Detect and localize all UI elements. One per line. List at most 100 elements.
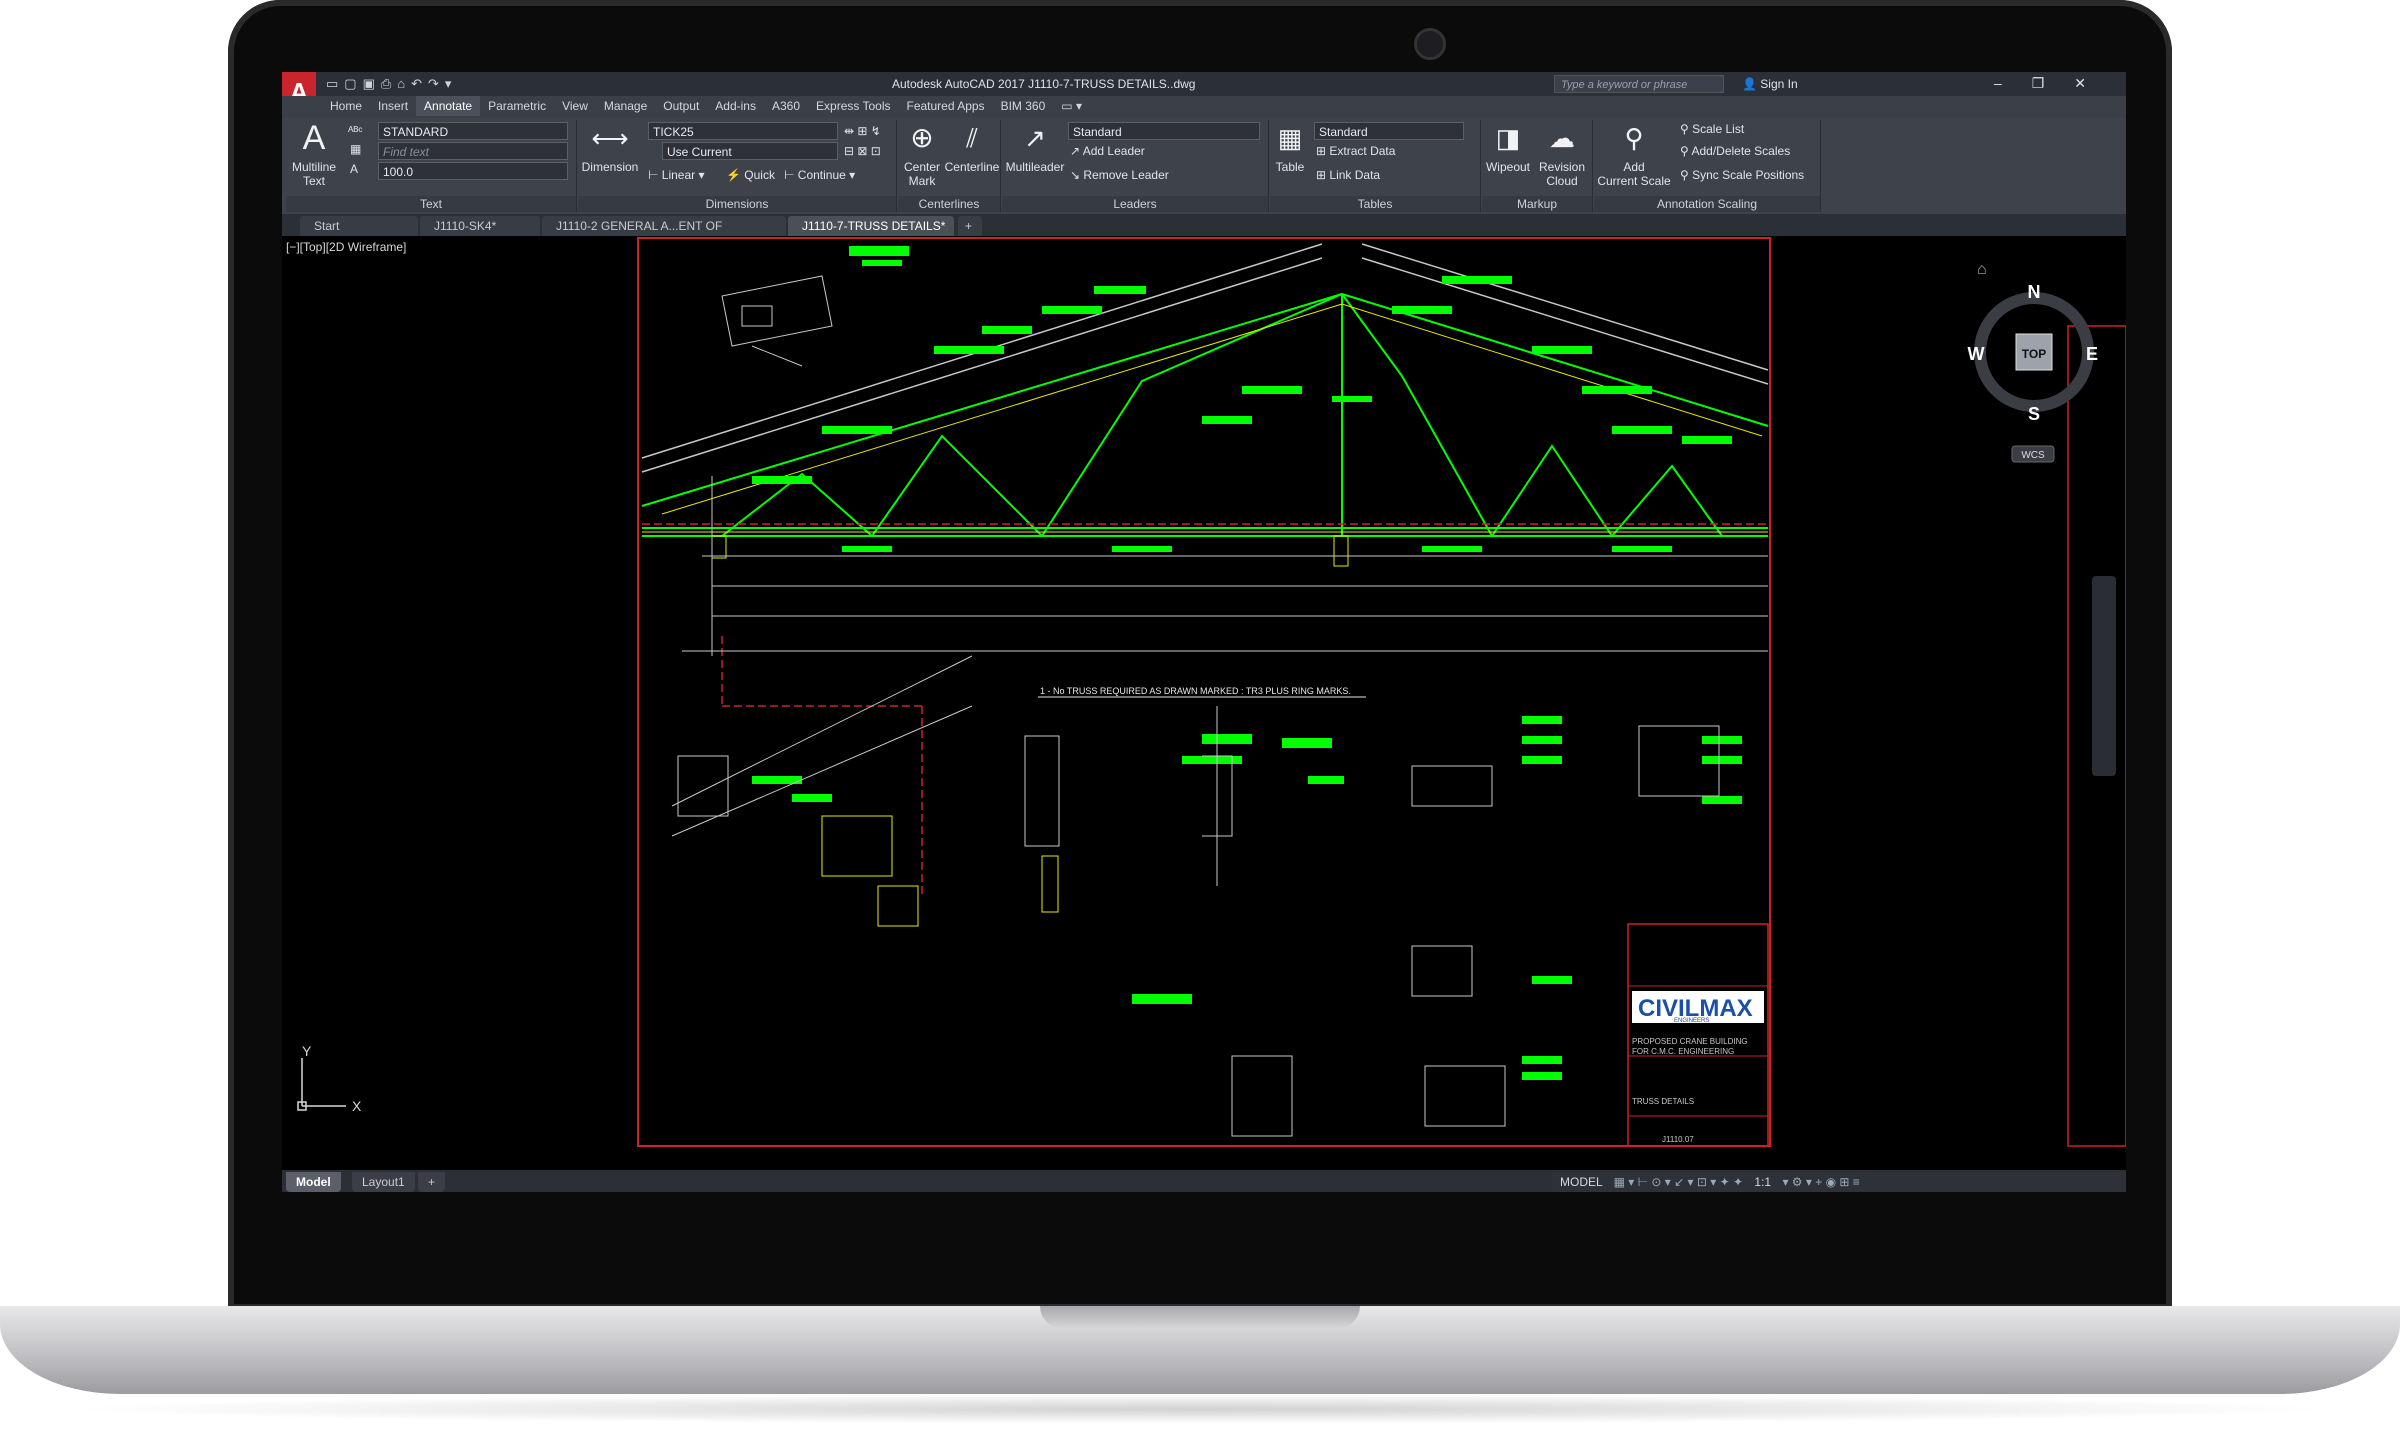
dimension-icon: ⟷	[591, 123, 629, 153]
plus-icon: +	[428, 1175, 436, 1189]
minimize-icon[interactable]: –	[1994, 75, 2032, 91]
center-mark-button[interactable]: ⊕ Center Mark	[898, 120, 946, 188]
dimension-style-combo[interactable]: TICK25	[648, 122, 838, 140]
tab-manage[interactable]: Manage	[596, 96, 655, 116]
viewcube-north[interactable]: N	[2028, 282, 2041, 302]
dim-tools-icons[interactable]: ⇹ ⊞ ↯	[844, 124, 881, 138]
dimension-lines	[682, 476, 1768, 656]
scale-list-button[interactable]: ⚲ Scale List	[1680, 122, 1744, 136]
table-label: Table	[1275, 160, 1305, 174]
add-current-scale-button[interactable]: ⚲ Add Current Scale	[1594, 120, 1674, 188]
continue-icon: ⊢	[784, 168, 798, 182]
wipeout-label: Wipeout	[1485, 160, 1531, 174]
extract-data-button[interactable]: ⊞ Extract Data	[1316, 144, 1395, 158]
tab-output[interactable]: Output	[655, 96, 707, 116]
viewcube-west[interactable]: W	[1968, 344, 1985, 364]
new-tab-button[interactable]: +	[958, 216, 982, 236]
tab-bim-360[interactable]: BIM 360	[993, 96, 1054, 116]
multileader-button[interactable]: ↗ Multileader	[1004, 120, 1066, 174]
revision-cloud-button[interactable]: ☁ Revision Cloud	[1534, 120, 1590, 188]
close-icon[interactable]: ✕	[2074, 75, 2116, 91]
tab-add-ins[interactable]: Add-ins	[707, 96, 764, 116]
tables-group: ▦ Table Standard ⊞ Extract Data ⊞ Link Da…	[1270, 120, 1481, 212]
linear-button[interactable]: ⊢ Linear ▾	[648, 168, 705, 182]
centerlines-group-title[interactable]: Centerlines	[898, 196, 1000, 212]
dimensions-group-title[interactable]: Dimensions	[578, 196, 896, 212]
table-icon: ▦	[1277, 123, 1303, 153]
table-style-combo[interactable]: Standard	[1314, 122, 1464, 140]
viewcube-top[interactable]: TOP	[2022, 347, 2046, 361]
tab-parametric[interactable]: Parametric	[480, 96, 554, 116]
scale-list-icon: ⚲	[1680, 122, 1693, 136]
centerlines-group: ⊕ Center Mark ⫽ Centerline Centerlines	[898, 120, 1001, 212]
ribbon-options-icon[interactable]: ▭ ▾	[1053, 96, 1090, 116]
sign-in-button[interactable]: 👤 Sign In	[1742, 77, 1798, 91]
truss-center-lines	[642, 523, 1768, 896]
tab-insert[interactable]: Insert	[370, 96, 416, 116]
quick-dim-button[interactable]: ⚡ Quick	[726, 168, 775, 182]
tables-group-title[interactable]: Tables	[1270, 196, 1480, 212]
project-line-2: FOR C.M.C. ENGINEERING	[1632, 1047, 1734, 1056]
tab-a360[interactable]: A360	[764, 96, 808, 116]
tab-express-tools[interactable]: Express Tools	[808, 96, 898, 116]
leaders-group-title[interactable]: Leaders	[1002, 196, 1268, 212]
restore-icon[interactable]: ❐	[2032, 75, 2075, 91]
window-controls[interactable]: –❐✕	[1994, 75, 2116, 92]
tab-annotate[interactable]: Annotate	[416, 96, 481, 116]
ucs-icon	[297, 1058, 346, 1111]
tab-home[interactable]: Home	[322, 96, 370, 116]
linear-label: Linear	[661, 168, 696, 182]
multiline-text-button[interactable]: A Multiline Text	[290, 120, 338, 188]
text-a-icon: A	[302, 119, 326, 157]
continue-button[interactable]: ⊢ Continue ▾	[784, 168, 855, 182]
layout1-tab[interactable]: Layout1	[352, 1172, 415, 1192]
text-height-combo[interactable]: 100.0	[378, 162, 568, 180]
dimension-button[interactable]: ⟷ Dimension	[580, 120, 640, 174]
wipeout-button[interactable]: ◨ Wipeout	[1482, 120, 1534, 174]
user-icon: 👤	[1742, 77, 1761, 91]
home-icon[interactable]: ⌂	[1977, 261, 1987, 278]
document-tab-bar: Start J1110-SK4* J1110-2 GENERAL A...ENT…	[282, 214, 2126, 253]
doc-tab-sk4[interactable]: J1110-SK4*	[420, 216, 540, 236]
annotation-scale[interactable]: 1:1	[1754, 1175, 1771, 1189]
navigation-bar[interactable]	[2092, 576, 2116, 776]
viewcube-south[interactable]: S	[2028, 404, 2040, 424]
drawing-viewport[interactable]: [−][Top][2D Wireframe] CIVILMAX ENGINEER…	[282, 236, 2126, 1170]
new-layout-button[interactable]: +	[418, 1172, 446, 1192]
text-style-combo[interactable]: STANDARD	[378, 122, 568, 140]
multileader-icon: ↗	[1024, 123, 1046, 153]
dimension-label: Dimension	[581, 160, 639, 174]
table-button[interactable]: ▦ Table	[1270, 120, 1310, 174]
dimension-layer-combo[interactable]: Use Current	[662, 142, 838, 160]
remove-leader-button[interactable]: ↘ Remove Leader	[1070, 168, 1169, 182]
ribbon-panel: A Multiline Text ᴬᴮᶜ STANDARD ▦ Find text…	[282, 118, 2126, 215]
model-space-button[interactable]: MODEL	[1560, 1175, 1602, 1189]
doc-tab-general-arrangement[interactable]: J1110-2 GENERAL A...ENT OF STEELWORK*	[542, 216, 786, 253]
quick-access-toolbar[interactable]: ▭▢▣⎙⌂↶↷▾	[326, 76, 457, 92]
doc-tab-start[interactable]: Start	[300, 216, 418, 236]
centerline-button[interactable]: ⫽ Centerline	[944, 120, 1000, 174]
search-input[interactable]: Type a keyword or phrase	[1554, 75, 1724, 93]
title-block	[1627, 923, 1769, 1147]
sync-scale-icon: ⚲	[1680, 168, 1693, 182]
centerline-icon: ⫽	[966, 123, 978, 153]
tab-view[interactable]: View	[554, 96, 596, 116]
remove-leader-label: Remove Leader	[1083, 168, 1169, 182]
add-delete-scales-button[interactable]: ⚲ Add/Delete Scales	[1680, 144, 1790, 158]
dim-tools-icons-2[interactable]: ⊟ ⊠ ⊡	[844, 144, 881, 158]
leader-style-combo[interactable]: Standard	[1068, 122, 1260, 140]
wcs-label[interactable]: WCS	[2021, 450, 2045, 461]
sync-scale-positions-button[interactable]: ⚲ Sync Scale Positions	[1680, 168, 1804, 182]
add-leader-button[interactable]: ↗ Add Leader	[1070, 144, 1145, 158]
model-tab[interactable]: Model	[286, 1172, 341, 1192]
add-leader-label: Add Leader	[1082, 144, 1145, 158]
doc-tab-truss-details[interactable]: J1110-7-TRUSS DETAILS*	[788, 216, 954, 236]
status-tools-icons-2[interactable]: ▾ ⚙ ▾ + ◉ ⊞ ≡	[1782, 1175, 1859, 1189]
status-tools-icons[interactable]: ▦ ▾ ⊢ ⊙ ▾ ↙ ▾ ⊡ ▾ ✦ ✦	[1614, 1175, 1744, 1189]
find-text-input[interactable]: Find text	[378, 142, 568, 160]
link-data-button[interactable]: ⊞ Link Data	[1316, 168, 1380, 182]
center-mark-icon: ⊕	[910, 122, 934, 153]
viewcube-east[interactable]: E	[2086, 344, 2098, 364]
tab-featured-apps[interactable]: Featured Apps	[899, 96, 993, 116]
text-group-title[interactable]: Text	[286, 196, 576, 212]
